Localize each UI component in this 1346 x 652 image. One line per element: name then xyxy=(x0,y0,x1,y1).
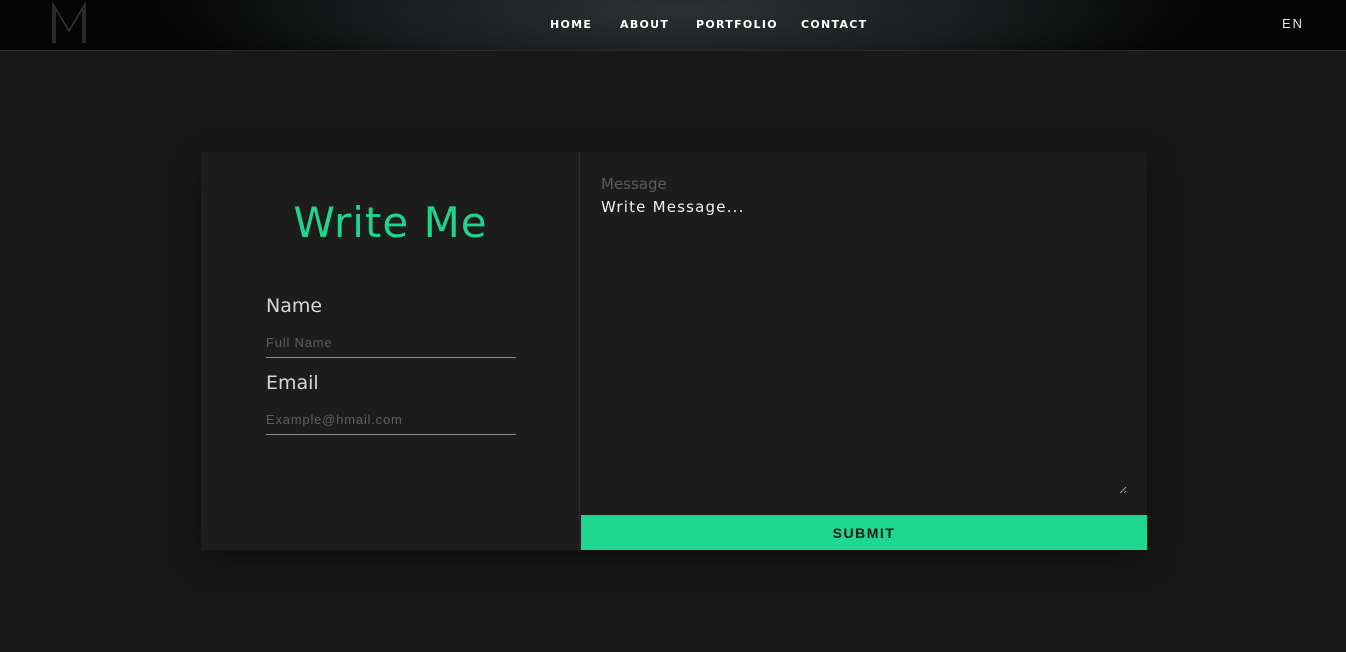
message-textarea[interactable] xyxy=(601,198,1127,494)
nav-about-link[interactable]: ABOUT xyxy=(620,18,669,31)
email-input[interactable] xyxy=(266,409,516,435)
nav-home-link[interactable]: HOME xyxy=(550,18,592,31)
message-panel: Message SUBMIT xyxy=(581,152,1147,550)
message-label: Message xyxy=(601,175,667,193)
name-input[interactable] xyxy=(266,332,516,358)
form-title: Write Me xyxy=(293,198,488,247)
submit-button[interactable]: SUBMIT xyxy=(581,515,1147,550)
contact-form-card: Write Me Name Email Message SUBMIT xyxy=(201,152,1147,550)
main-nav: HOME ABOUT PORTFOLIO CONTACT xyxy=(0,18,1346,34)
email-label: Email xyxy=(266,372,319,394)
name-label: Name xyxy=(266,295,323,317)
language-selector[interactable]: EN xyxy=(1282,16,1304,31)
contact-details-panel: Write Me Name Email xyxy=(201,152,580,550)
nav-portfolio-link[interactable]: PORTFOLIO xyxy=(696,18,778,31)
nav-contact-link[interactable]: CONTACT xyxy=(801,18,867,31)
top-navigation-bar: HOME ABOUT PORTFOLIO CONTACT EN xyxy=(0,0,1346,51)
